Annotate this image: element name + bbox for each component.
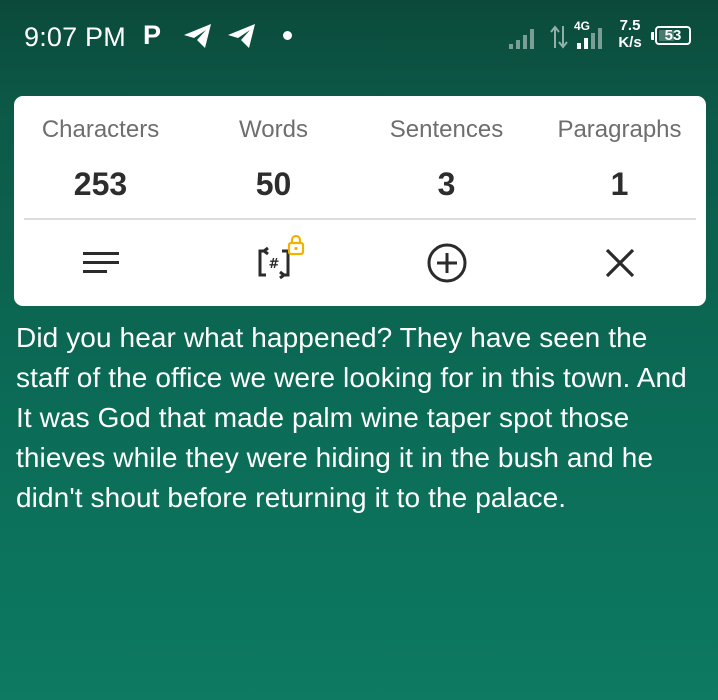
speed-value: 7.5 xyxy=(619,17,641,34)
stat-value: 3 xyxy=(437,166,456,202)
status-bar: 9:07 PM P 4G 7.5 K/s 53 xyxy=(0,0,718,76)
telegram-icon xyxy=(226,22,258,50)
stat-value: 253 xyxy=(73,166,128,202)
add-circle-icon xyxy=(427,243,466,283)
close-button[interactable] xyxy=(533,220,706,306)
add-button[interactable] xyxy=(360,220,533,306)
text-content[interactable]: Did you hear what happened? They have se… xyxy=(16,318,708,518)
stat-sentences: Sentences 3 xyxy=(360,96,533,218)
battery-level: 53 xyxy=(664,27,682,44)
svg-text:#: # xyxy=(268,257,279,272)
notification-dot-icon xyxy=(283,31,292,40)
stats-row: Characters 253 Words 50 Sentences 3 Para… xyxy=(14,96,706,218)
signal-bars-icon xyxy=(576,26,608,50)
stat-words: Words 50 xyxy=(187,96,360,218)
network-speed: 7.5 K/s xyxy=(616,17,644,51)
telegram-icon xyxy=(182,22,214,50)
actions-row: # xyxy=(14,220,706,306)
stat-label: Characters xyxy=(41,116,160,143)
stat-value: 50 xyxy=(255,166,292,202)
menu-button[interactable] xyxy=(14,220,187,306)
stat-label: Sentences xyxy=(389,116,504,143)
p-app-icon: P xyxy=(143,20,162,50)
speed-unit: K/s xyxy=(618,34,642,51)
stat-label: Paragraphs xyxy=(557,116,682,143)
signal-bars-icon xyxy=(507,26,543,50)
data-transfer-icon xyxy=(549,24,569,50)
stat-label: Words xyxy=(239,116,308,143)
close-icon xyxy=(605,248,634,278)
status-time: 9:07 PM xyxy=(24,22,126,52)
stats-card: Characters 253 Words 50 Sentences 3 Para… xyxy=(14,96,706,306)
lock-icon xyxy=(287,234,305,256)
battery-icon: 53 xyxy=(651,26,693,46)
stat-value: 1 xyxy=(610,166,629,202)
stat-characters: Characters 253 xyxy=(14,96,187,218)
menu-lines-icon xyxy=(82,252,119,273)
hash-count-button[interactable]: # xyxy=(187,220,360,306)
stat-paragraphs: Paragraphs 1 xyxy=(533,96,706,218)
